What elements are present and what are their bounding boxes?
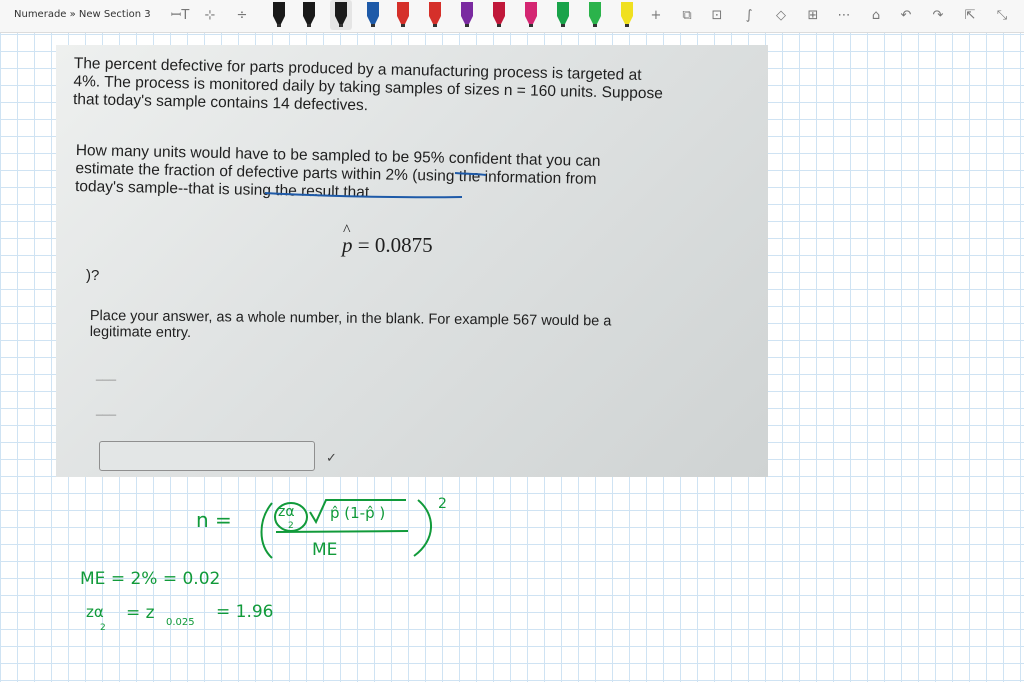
handwritten-notes: n = zα 2 p̂ (1-p̂ ) ME 2 ME = 2% = 0.02 … — [80, 172, 487, 633]
z-alpha-lhs-sub: 2 — [100, 623, 106, 633]
z-mid-sub: 0.025 — [166, 617, 195, 628]
me-line: ME = 2% = 0.02 — [80, 569, 220, 589]
formula-lhs: n = — [196, 508, 232, 532]
formula-denominator: ME — [312, 540, 337, 560]
formula-z: zα — [278, 504, 295, 520]
formula-z-sub: 2 — [288, 521, 294, 531]
formula-sqrt-content: p̂ (1-p̂ ) — [330, 504, 385, 522]
z-alpha-lhs: zα — [86, 603, 104, 621]
z-mid: = z — [126, 603, 155, 623]
z-rhs: = 1.96 — [216, 602, 274, 622]
formula-exponent: 2 — [438, 496, 447, 512]
